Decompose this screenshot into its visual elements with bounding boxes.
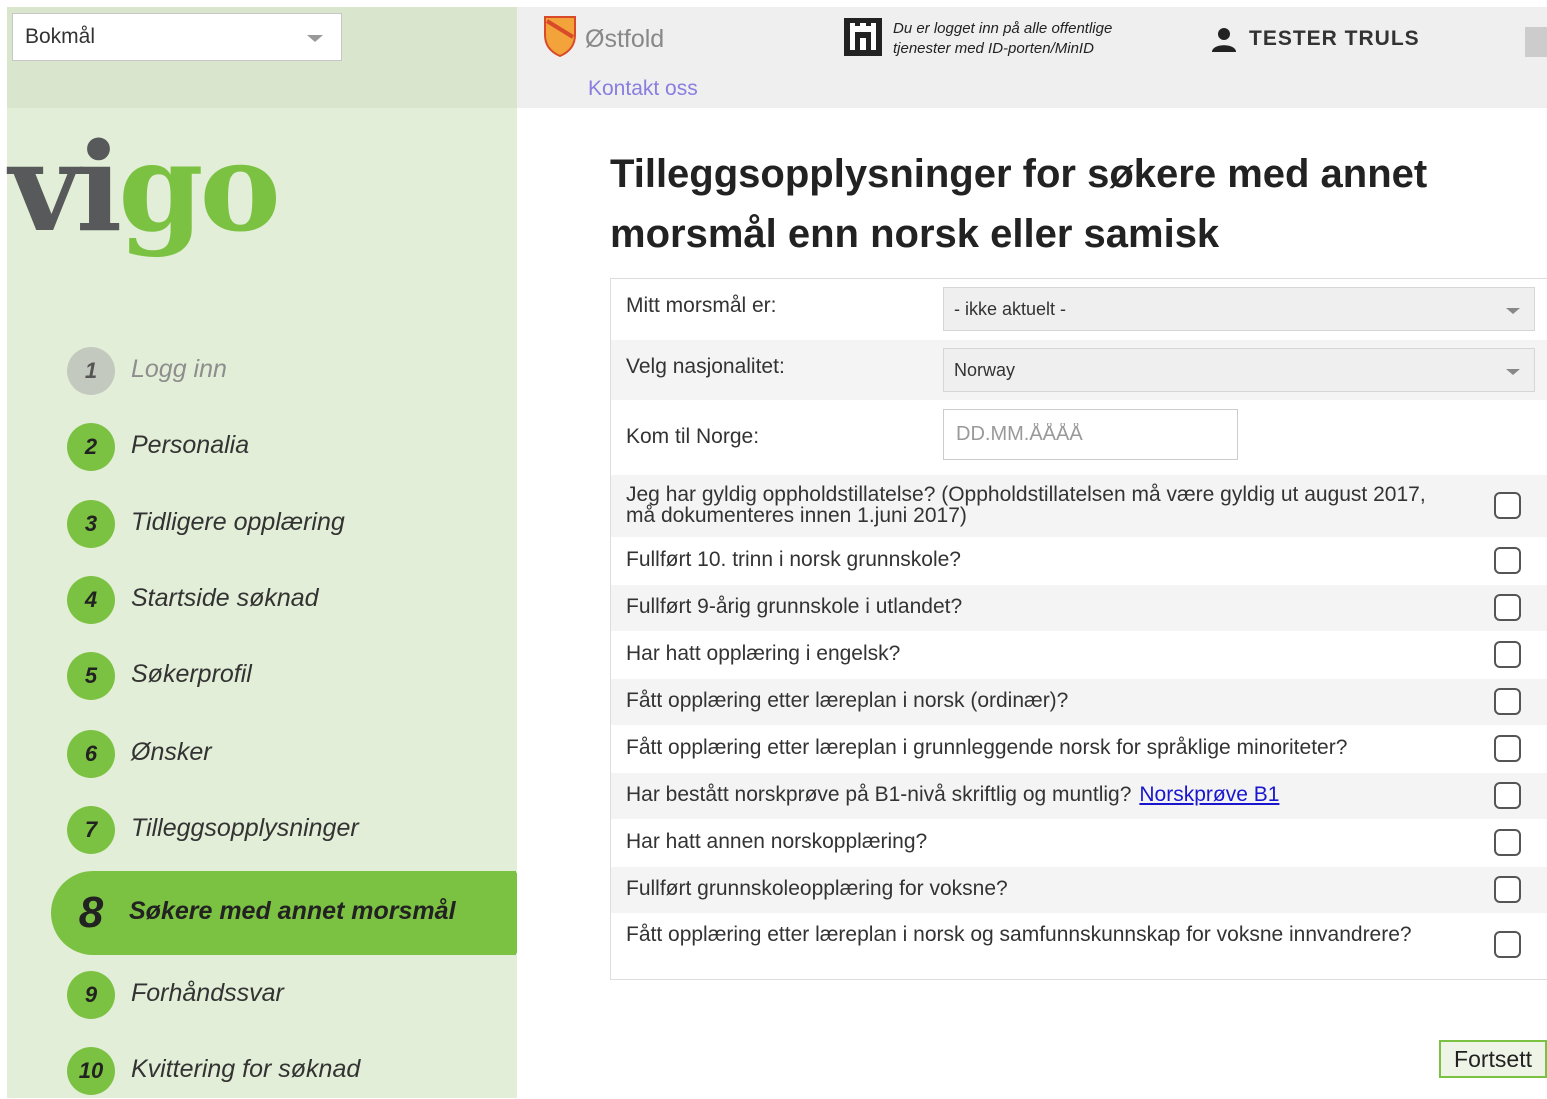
question-text: Fullført 9-årig grunnskole i utlandet? <box>626 595 963 618</box>
step-number: 4 <box>67 576 115 624</box>
nationality-label: Velg nasjonalitet: <box>626 355 785 378</box>
step-number: 7 <box>67 806 115 854</box>
mother-tongue-label: Mitt morsmål er: <box>626 294 777 317</box>
step-label: Søkere med annet morsmål <box>129 897 456 925</box>
question-checkbox[interactable] <box>1494 492 1521 519</box>
login-info-text: Du er logget inn på alle offentlige tjen… <box>893 20 1113 57</box>
step-label: Personalia <box>131 431 250 459</box>
main-content: Tilleggsopplysninger for søkere med anne… <box>517 108 1547 1098</box>
step-label: Forhåndssvar <box>131 979 284 1007</box>
county-name: Østfold <box>585 25 665 53</box>
step-number: 8 <box>78 888 104 937</box>
question-row: Har bestått norskprøve på B1-nivå skrift… <box>611 773 1547 820</box>
step-number: 2 <box>67 423 115 471</box>
logo-part-2: go <box>118 115 281 259</box>
page-title: Tilleggsopplysninger for søkere med anne… <box>610 152 1428 256</box>
question-text-with-link: Har bestått norskprøve på B1-nivå skrift… <box>626 784 1279 806</box>
row-arrival-date: Kom til Norge: <box>611 401 1547 475</box>
question-row: Fått opplæring etter læreplan i grunnleg… <box>611 726 1547 773</box>
sidebar: Bokmål vigo 1 Logg inn 2 Personalia 3 Ti… <box>7 7 550 1098</box>
question-checkbox[interactable] <box>1494 688 1521 715</box>
step-number: 1 <box>67 347 115 395</box>
step-number: 9 <box>67 971 115 1019</box>
question-text: Fått opplæring etter læreplan i norsk (o… <box>626 689 1069 712</box>
question-checkbox[interactable] <box>1494 829 1521 856</box>
mother-tongue-select[interactable]: - ikke aktuelt - <box>943 287 1535 331</box>
county-crest-icon <box>544 16 576 57</box>
question-checkbox[interactable] <box>1494 735 1521 762</box>
question-checkbox[interactable] <box>1494 594 1521 621</box>
step-9[interactable]: 9 Forhåndssvar <box>7 963 527 1023</box>
step-label: Søkerprofil <box>131 660 252 688</box>
step-7[interactable]: 7 Tilleggsopplysninger <box>7 798 527 858</box>
question-text: Har hatt opplæring i engelsk? <box>626 642 901 665</box>
row-nationality: Velg nasjonalitet: Norway <box>611 340 1547 401</box>
step-1[interactable]: 1 Logg inn <box>7 339 527 399</box>
step-10[interactable]: 10 Kvittering for søknad <box>7 1039 527 1099</box>
step-number: 3 <box>67 500 115 548</box>
castle-icon <box>844 18 882 56</box>
question-checkbox[interactable] <box>1494 641 1521 668</box>
step-label: Tilleggsopplysninger <box>131 814 359 842</box>
step-label: Tidligere opplæring <box>131 508 345 536</box>
question-text: Fått opplæring etter læreplan i grunnleg… <box>626 736 1348 759</box>
question-text: Har bestått norskprøve på B1-nivå skrift… <box>626 783 1132 806</box>
question-checkbox[interactable] <box>1494 931 1521 958</box>
mother-tongue-value: - ikke aktuelt - <box>954 299 1067 319</box>
language-select[interactable]: Bokmål <box>12 13 342 61</box>
question-row: Har hatt opplæring i engelsk? <box>611 632 1547 679</box>
question-row: Fullført grunnskoleopplæring for voksne? <box>611 867 1547 914</box>
question-checkbox[interactable] <box>1494 547 1521 574</box>
app-frame: Bokmål vigo 1 Logg inn 2 Personalia 3 Ti… <box>7 7 1547 1098</box>
step-8-active[interactable]: 8 Søkere med annet morsmål <box>51 871 550 955</box>
sidebar-top: Bokmål <box>7 7 517 108</box>
logo-part-1: vi <box>9 115 122 259</box>
question-row: Jeg har gyldig oppholdstillatelse? (Opph… <box>611 475 1547 538</box>
norskprove-b1-link[interactable]: Norskprøve B1 <box>1139 783 1279 806</box>
chevron-down-icon <box>1506 369 1520 375</box>
user-name: TESTER TRULS <box>1249 27 1420 50</box>
step-label: Startside søknad <box>131 584 319 612</box>
question-checkbox[interactable] <box>1494 876 1521 903</box>
question-text: Fullført 10. trinn i norsk grunnskole? <box>626 548 961 571</box>
question-row: Fullført 9-årig grunnskole i utlandet? <box>611 585 1547 632</box>
question-text: Fått opplæring etter læreplan i norsk og… <box>626 923 1412 946</box>
question-text: Har hatt annen norskopplæring? <box>626 830 928 853</box>
arrival-date-label: Kom til Norge: <box>626 425 760 448</box>
top-header: Østfold Kontakt oss Du er logget inn på … <box>517 7 1547 108</box>
chevron-down-icon <box>1506 308 1520 314</box>
question-row: Har hatt annen norskopplæring? <box>611 820 1547 867</box>
step-2[interactable]: 2 Personalia <box>7 415 527 475</box>
step-label: Kvittering for søknad <box>131 1055 361 1083</box>
arrival-date-input[interactable] <box>943 409 1238 460</box>
language-select-value: Bokmål <box>25 25 96 48</box>
contact-link[interactable]: Kontakt oss <box>588 77 698 101</box>
step-3[interactable]: 3 Tidligere opplæring <box>7 492 527 552</box>
logout-icon[interactable] <box>1525 27 1547 57</box>
chevron-down-icon <box>307 35 323 42</box>
nationality-value: Norway <box>954 360 1016 380</box>
user-icon <box>1212 28 1236 52</box>
question-row: Fullført 10. trinn i norsk grunnskole? <box>611 538 1547 585</box>
question-row: Fått opplæring etter læreplan i norsk (o… <box>611 679 1547 726</box>
question-text: Fullført grunnskoleopplæring for voksne? <box>626 877 1008 900</box>
step-label: Ønsker <box>131 738 212 766</box>
row-mother-tongue: Mitt morsmål er: - ikke aktuelt - <box>611 279 1547 340</box>
additional-info-form: Mitt morsmål er: - ikke aktuelt - Velg n… <box>610 278 1547 980</box>
nationality-select[interactable]: Norway <box>943 348 1535 392</box>
step-number: 10 <box>67 1047 115 1095</box>
step-number: 6 <box>67 730 115 778</box>
question-text: Jeg har gyldig oppholdstillatelse? (Opph… <box>626 483 1426 527</box>
step-5[interactable]: 5 Søkerprofil <box>7 644 527 704</box>
step-4[interactable]: 4 Startside søknad <box>7 568 527 628</box>
question-checkbox[interactable] <box>1494 782 1521 809</box>
continue-button[interactable]: Fortsett <box>1439 1040 1547 1078</box>
step-number: 5 <box>67 652 115 700</box>
step-6[interactable]: 6 Ønsker <box>7 722 527 782</box>
question-row: Fått opplæring etter læreplan i norsk og… <box>611 914 1547 979</box>
vigo-logo: vigo <box>9 112 281 262</box>
step-label: Logg inn <box>131 355 227 383</box>
